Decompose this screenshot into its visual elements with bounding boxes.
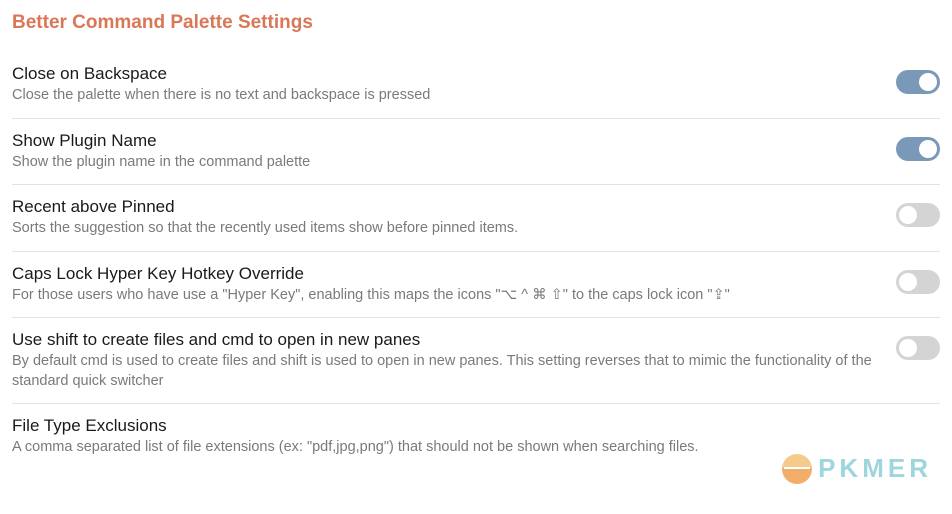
setting-row: Recent above PinnedSorts the suggestion … — [12, 185, 940, 252]
toggle-knob — [919, 140, 937, 158]
toggle-switch[interactable] — [896, 203, 940, 227]
setting-body: Recent above PinnedSorts the suggestion … — [12, 197, 872, 239]
toggle-switch[interactable] — [896, 270, 940, 294]
setting-body: Show Plugin NameShow the plugin name in … — [12, 131, 872, 173]
setting-title: Recent above Pinned — [12, 197, 872, 217]
setting-body: Close on BackspaceClose the palette when… — [12, 64, 872, 106]
toggle-switch[interactable] — [896, 70, 940, 94]
setting-desc: Sorts the suggestion so that the recentl… — [12, 219, 872, 239]
setting-desc: Close the palette when there is no text … — [12, 86, 872, 106]
watermark: PKMER — [782, 453, 932, 484]
setting-row: Close on BackspaceClose the palette when… — [12, 52, 940, 119]
setting-desc: For those users who have use a "Hyper Ke… — [12, 286, 872, 306]
toggle-switch[interactable] — [896, 336, 940, 360]
setting-desc: Show the plugin name in the command pale… — [12, 153, 872, 173]
setting-row: Use shift to create files and cmd to ope… — [12, 318, 940, 404]
setting-title: Caps Lock Hyper Key Hotkey Override — [12, 264, 872, 284]
setting-desc: By default cmd is used to create files a… — [12, 352, 872, 391]
setting-title: File Type Exclusions — [12, 416, 940, 436]
toggle-switch[interactable] — [896, 137, 940, 161]
setting-title: Show Plugin Name — [12, 131, 872, 151]
setting-title: Use shift to create files and cmd to ope… — [12, 330, 872, 350]
setting-body: File Type ExclusionsA comma separated li… — [12, 416, 940, 458]
toggle-knob — [919, 73, 937, 91]
toggle-knob — [899, 339, 917, 357]
setting-row: Show Plugin NameShow the plugin name in … — [12, 119, 940, 186]
setting-body: Caps Lock Hyper Key Hotkey OverrideFor t… — [12, 264, 872, 306]
watermark-icon — [782, 454, 812, 484]
watermark-text: PKMER — [818, 453, 932, 484]
setting-body: Use shift to create files and cmd to ope… — [12, 330, 872, 391]
toggle-knob — [899, 273, 917, 291]
setting-row: Caps Lock Hyper Key Hotkey OverrideFor t… — [12, 252, 940, 319]
setting-title: Close on Backspace — [12, 64, 872, 84]
toggle-knob — [899, 206, 917, 224]
page-title: Better Command Palette Settings — [12, 12, 940, 34]
